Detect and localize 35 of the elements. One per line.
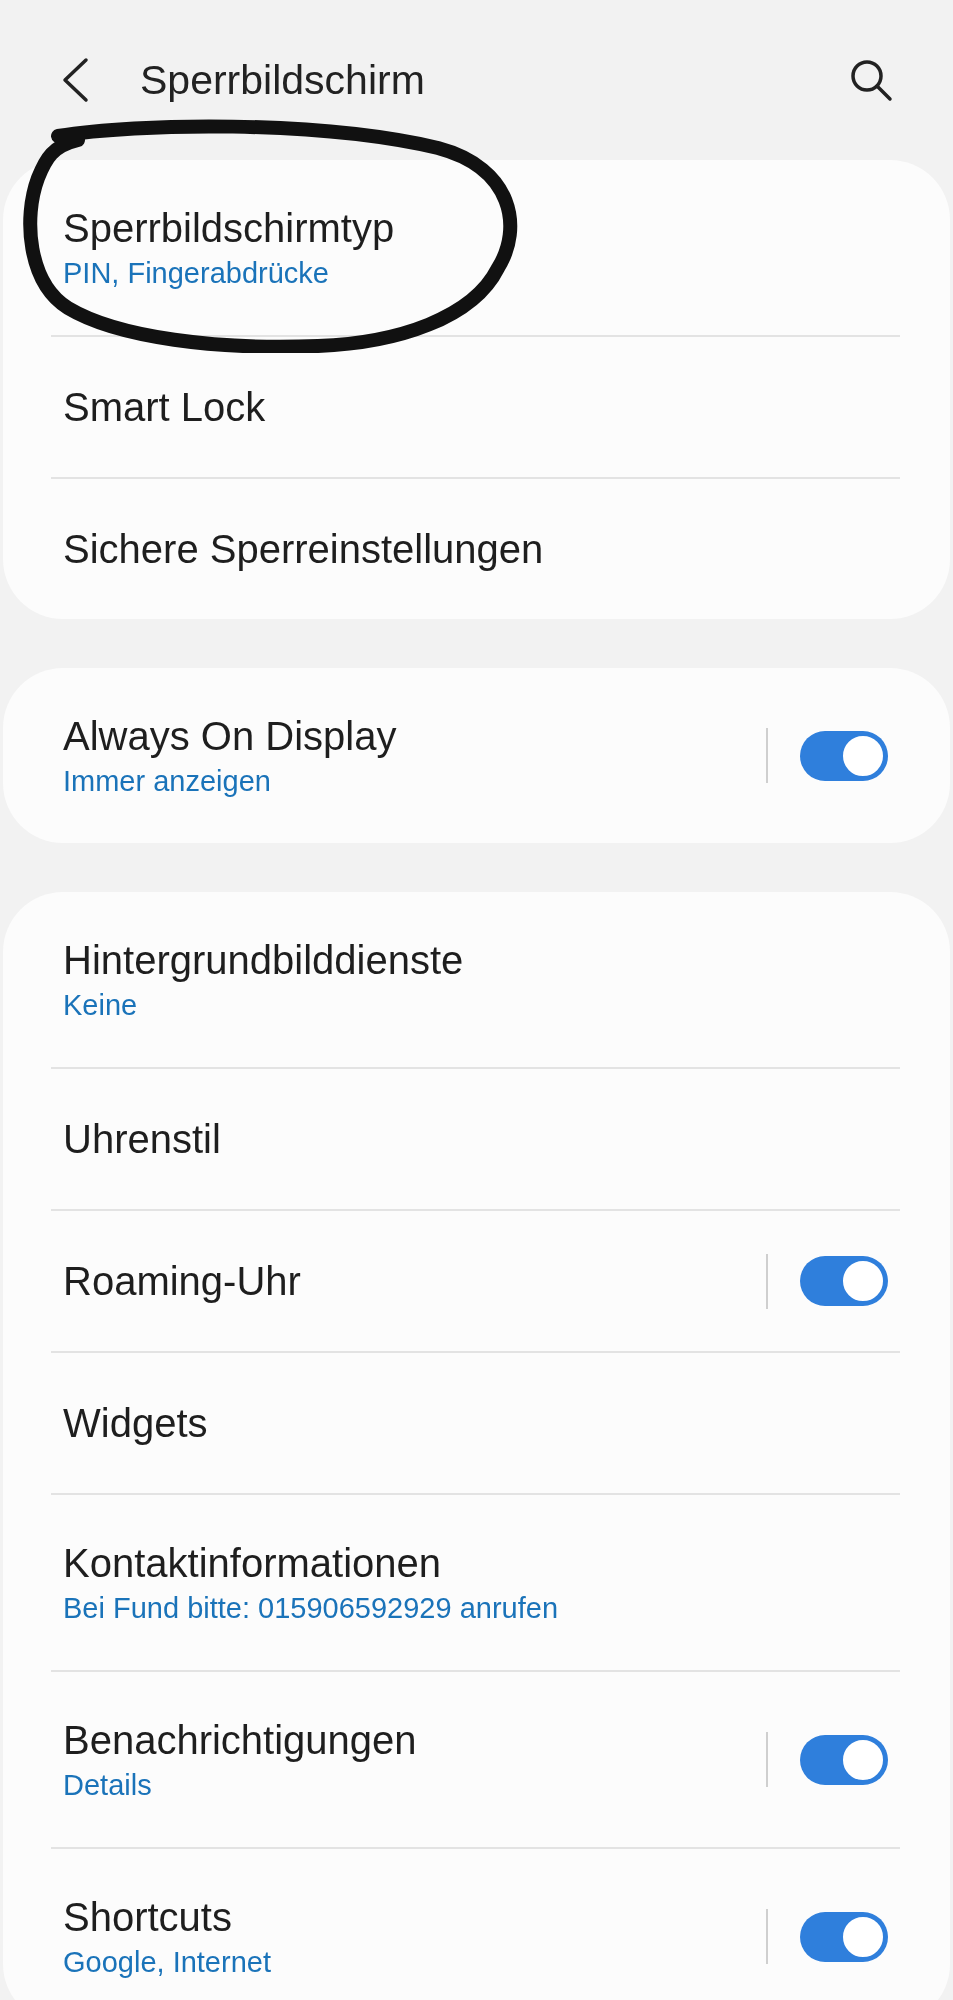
item-subtitle: Details	[63, 1768, 153, 1802]
settings-item[interactable]: Hintergrundbilddienste Keine	[51, 892, 900, 1067]
item-title: Roaming-Uhr	[63, 1258, 302, 1304]
toggle-switch[interactable]	[800, 1911, 888, 1962]
settings-item[interactable]: Roaming-Uhr	[51, 1209, 900, 1351]
toggle-switch[interactable]	[800, 1256, 888, 1306]
item-subtitle: Immer anzeigen	[63, 764, 272, 798]
settings-item[interactable]: Sichere Sperreinstellungen	[51, 477, 900, 619]
item-title: Always On Display	[63, 713, 398, 759]
settings-item[interactable]: Always On Display Immer anzeigen	[51, 668, 900, 843]
page-title: Sperrbildschirm	[140, 56, 426, 104]
item-subtitle: Bei Fund bitte: 015906592929 anrufen	[63, 1591, 559, 1625]
item-title: Sperrbildschirmtyp	[63, 205, 396, 251]
item-title: Uhrenstil	[63, 1116, 222, 1162]
toggle-switch[interactable]	[800, 730, 888, 781]
search-icon[interactable]	[849, 58, 893, 102]
item-title: Benachrichtigungen	[63, 1717, 418, 1763]
item-title: Kontaktinformationen	[63, 1540, 442, 1586]
item-subtitle: PIN, Fingerabdrücke	[63, 256, 330, 290]
item-title: Widgets	[63, 1400, 209, 1446]
settings-item[interactable]: Benachrichtigungen Details	[51, 1670, 900, 1847]
item-title: Hintergrundbilddienste	[63, 937, 465, 983]
item-title: Shortcuts	[63, 1894, 233, 1940]
settings-item[interactable]: Shortcuts Google, Internet	[51, 1847, 900, 2000]
item-title: Sichere Sperreinstellungen	[63, 526, 545, 572]
back-icon[interactable]	[60, 57, 90, 103]
item-title: Smart Lock	[63, 384, 267, 430]
toggle-switch[interactable]	[800, 1734, 888, 1785]
settings-item[interactable]: Uhrenstil	[51, 1067, 900, 1209]
settings-item[interactable]: Widgets	[51, 1351, 900, 1493]
item-subtitle: Google, Internet	[63, 1945, 272, 1979]
settings-item[interactable]: Kontaktinformationen Bei Fund bitte: 015906592929 anrufen	[51, 1493, 900, 1670]
item-subtitle: Keine	[63, 988, 139, 1022]
settings-item[interactable]: Smart Lock	[51, 335, 900, 477]
settings-item[interactable]: Sperrbildschirmtyp PIN, Fingerabdrücke	[51, 160, 900, 335]
